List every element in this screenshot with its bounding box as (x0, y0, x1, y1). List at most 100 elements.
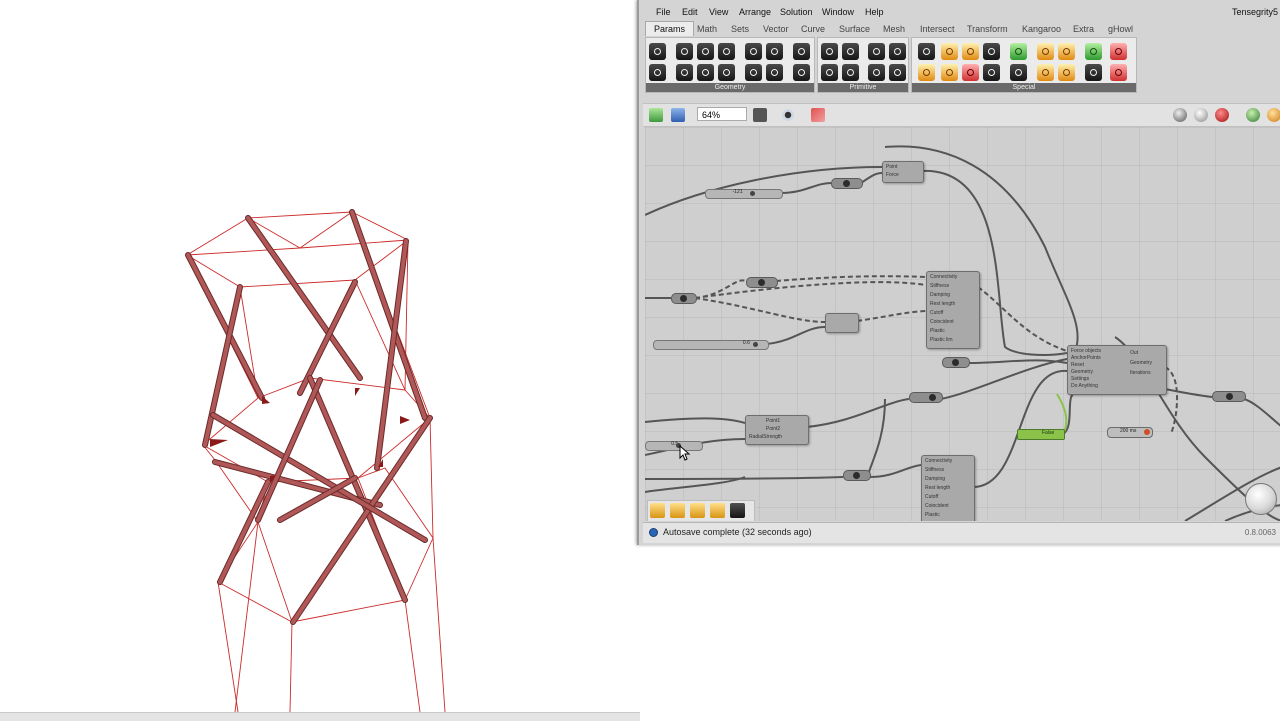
param-domain-icon[interactable] (889, 43, 906, 60)
special-quick-graph-icon[interactable] (1058, 64, 1075, 81)
param-boolean-icon[interactable] (821, 43, 838, 60)
amplitude-component[interactable] (831, 178, 863, 189)
tab-curve[interactable]: Curve (801, 24, 825, 34)
special-timer-icon[interactable] (1085, 43, 1102, 60)
special-button-icon[interactable] (1010, 64, 1027, 81)
param-circle-icon[interactable] (676, 43, 693, 60)
special-slider-icon[interactable] (918, 43, 935, 60)
param-field-icon[interactable] (793, 64, 810, 81)
springs-component[interactable]: Connectivity Stiffness Damping Rest leng… (926, 271, 980, 349)
boolean-toggle[interactable]: False (1017, 429, 1065, 440)
param-plane-icon[interactable] (697, 64, 714, 81)
special-graph-icon[interactable] (918, 64, 935, 81)
menu-edit[interactable]: Edit (682, 7, 698, 17)
special-panel-icon[interactable] (941, 43, 958, 60)
tab-surface[interactable]: Surface (839, 24, 870, 34)
special-param-viewer-icon[interactable] (941, 64, 958, 81)
multiplication-component[interactable] (825, 313, 859, 333)
special-sketch-icon[interactable] (1037, 64, 1054, 81)
menu-file[interactable]: File (656, 7, 671, 17)
number-slider-top[interactable]: -121 (705, 189, 783, 199)
menu-arrange[interactable]: Arrange (739, 7, 771, 17)
menu-bar: File Edit View Arrange Solution Window H… (639, 4, 1280, 20)
param-geometry-icon[interactable] (745, 64, 762, 81)
rhino-viewport[interactable] (0, 0, 640, 721)
param-brep-icon[interactable] (745, 43, 762, 60)
preview-wire-icon[interactable] (1194, 108, 1208, 122)
special-data-recorder-icon[interactable] (1085, 64, 1102, 81)
menu-view[interactable]: View (709, 7, 728, 17)
sketch-pen-icon[interactable] (811, 108, 825, 122)
param-line-icon[interactable] (676, 64, 693, 81)
tab-math[interactable]: Math (697, 24, 717, 34)
widget-scribble-icon[interactable] (710, 503, 725, 518)
widget-group-icon[interactable] (670, 503, 685, 518)
special-image-icon[interactable] (1058, 43, 1075, 60)
tab-mesh[interactable]: Mesh (883, 24, 905, 34)
param-mesh-icon[interactable] (766, 43, 783, 60)
preview-eye-icon[interactable] (781, 108, 795, 122)
param-box-icon[interactable] (718, 64, 735, 81)
anchor-spring-component[interactable]: Point1 Point2 RadialStrength (745, 415, 809, 445)
unary-force-component[interactable]: Point Force (882, 161, 924, 183)
tab-extra[interactable]: Extra (1073, 24, 1094, 34)
save-file-icon[interactable] (671, 108, 685, 122)
widget-join-icon[interactable] (690, 503, 705, 518)
custom-preview-icon[interactable] (1267, 108, 1280, 122)
tab-ghowl[interactable]: gHowl (1108, 24, 1133, 34)
slider-mid-knob[interactable] (753, 342, 758, 347)
length-component[interactable] (746, 277, 778, 288)
number-slider-mid[interactable]: 0.6 (653, 340, 769, 350)
slider-top-knob[interactable] (750, 191, 755, 196)
param-number-icon[interactable] (868, 43, 885, 60)
tab-kangaroo[interactable]: Kangaroo (1022, 24, 1061, 34)
special-material-icon[interactable] (1110, 43, 1127, 60)
widget-cluster-icon[interactable] (730, 503, 745, 518)
grasshopper-canvas[interactable]: -121 Point Force Connectivity Stiffness … (645, 127, 1280, 521)
preview-shaded-icon[interactable] (1173, 108, 1187, 122)
timer-component[interactable]: 200 ms (1107, 427, 1153, 438)
navigation-compass-icon[interactable] (1245, 483, 1277, 515)
tab-sets[interactable]: Sets (731, 24, 749, 34)
param-point-icon[interactable] (649, 43, 666, 60)
menu-help[interactable]: Help (865, 7, 884, 17)
param-text-icon[interactable] (842, 64, 859, 81)
param-vector-icon[interactable] (649, 64, 666, 81)
param-matrix-icon[interactable] (889, 64, 906, 81)
tab-vector[interactable]: Vector (763, 24, 789, 34)
special-gradient-icon[interactable] (962, 43, 979, 60)
point-param-component[interactable] (942, 357, 970, 368)
special-colour-wheel-icon[interactable] (983, 43, 1000, 60)
tab-transform[interactable]: Transform (967, 24, 1008, 34)
param-arc-icon[interactable] (697, 43, 714, 60)
widget-sketch-icon[interactable] (650, 503, 665, 518)
open-file-icon[interactable] (649, 108, 663, 122)
param-path-icon[interactable] (868, 64, 885, 81)
special-swatch-icon[interactable] (962, 64, 979, 81)
number-slider-small[interactable]: 0.5 (645, 441, 703, 451)
param-group-icon[interactable] (766, 64, 783, 81)
special-toggle-icon[interactable] (1010, 43, 1027, 60)
special-flask-icon[interactable] (1110, 64, 1127, 81)
param-surface-icon[interactable] (793, 43, 810, 60)
tab-params[interactable]: Params (645, 21, 695, 36)
param-integer-icon[interactable] (842, 43, 859, 60)
kangaroo-physics-component[interactable]: Force objects AnchorPoints Reset Geometr… (1067, 345, 1167, 395)
special-value-list-icon[interactable] (983, 64, 1000, 81)
menu-solution[interactable]: Solution (780, 7, 813, 17)
springs-component-2[interactable]: Connectivity Stiffness Damping Rest leng… (921, 455, 975, 521)
bake-icon[interactable] (1246, 108, 1260, 122)
menu-window[interactable]: Window (822, 7, 854, 17)
zoom-extents-icon[interactable] (753, 108, 767, 122)
special-scribble-icon[interactable] (1037, 43, 1054, 60)
param-curve-icon[interactable] (718, 43, 735, 60)
wire-2 (860, 172, 883, 184)
output-param-component[interactable] (1212, 391, 1246, 402)
curve-param-component[interactable] (843, 470, 871, 481)
line-param-component[interactable] (671, 293, 697, 304)
preview-selected-icon[interactable] (1215, 108, 1229, 122)
panel-param-component[interactable] (909, 392, 943, 403)
zoom-dropdown[interactable]: 64% (697, 107, 747, 121)
param-colour-icon[interactable] (821, 64, 838, 81)
tab-intersect[interactable]: Intersect (920, 24, 955, 34)
